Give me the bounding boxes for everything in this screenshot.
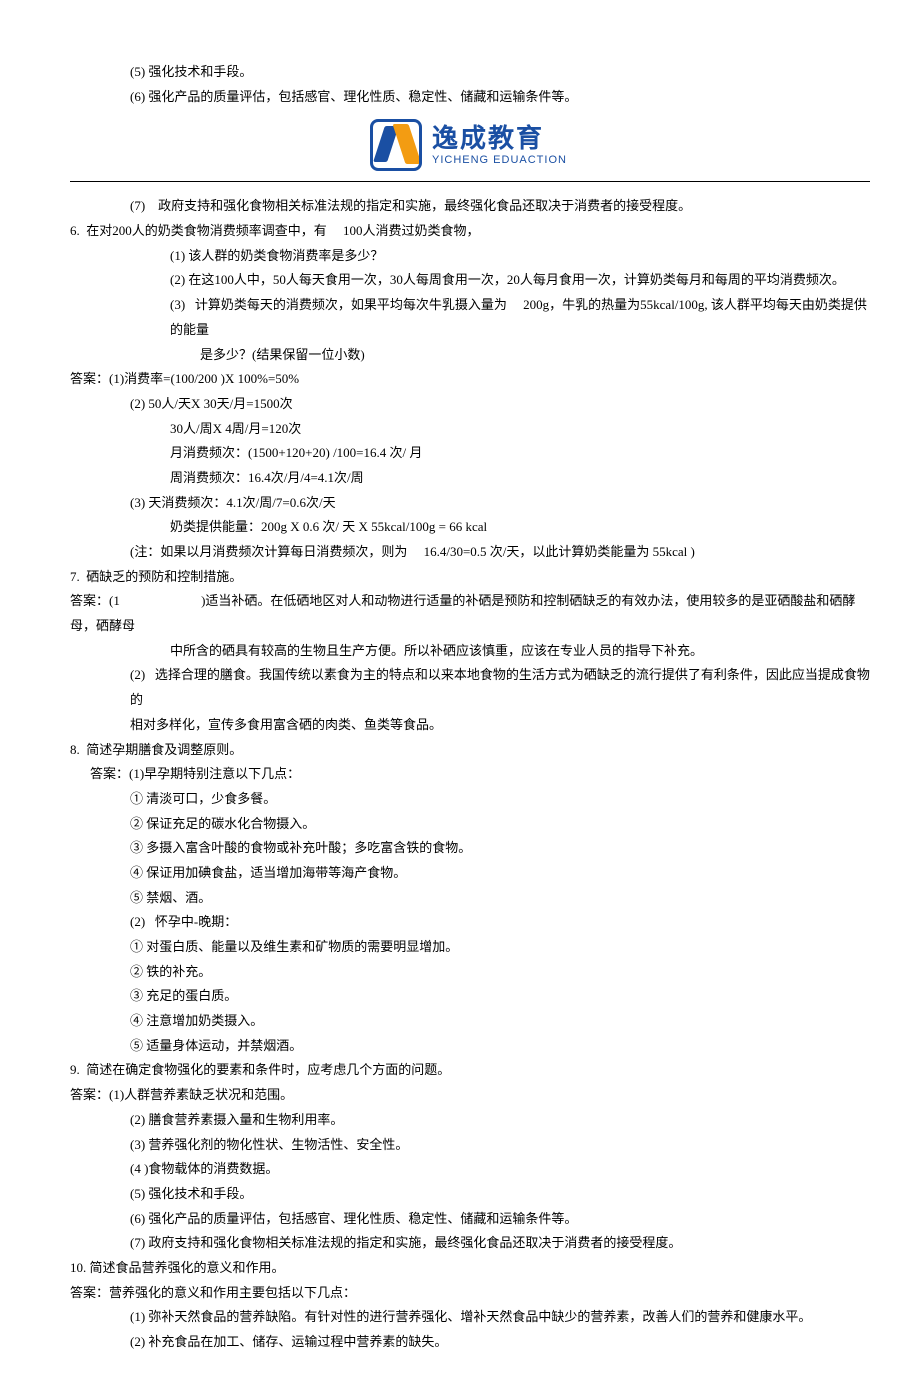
answer-9-5: (5) 强化技术和手段。 (130, 1182, 870, 1207)
answer-6-1: 答案：(1)消费率=(100/200 )X 100%=50% (70, 367, 870, 392)
answer-9-2: (2) 膳食营养素摄入量和生物利用率。 (130, 1108, 870, 1133)
answer-6-2b: 30人/周X 4周/月=120次 (170, 417, 870, 442)
answer-8-1: ① 清淡可口，少食多餐。 (130, 787, 870, 812)
answer-8-2: ② 保证充足的碳水化合物摄入。 (130, 812, 870, 837)
answer-7-2a: (2) 选择合理的膳食。我国传统以素食为主的特点和以来本地食物的生活方式为硒缺乏… (130, 663, 870, 712)
answer-7-1b: 中所含的硒具有较高的生物且生产方便。所以补硒应该慎重，应该在专业人员的指导下补充… (170, 639, 870, 664)
answer-8-mid: (2) 怀孕中-晚期： (130, 910, 870, 935)
answer-6-2a: (2) 50人/天X 30天/月=1500次 (130, 392, 870, 417)
item-7: (7) 政府支持和强化食物相关标准法规的指定和实施，最终强化食品还取决于消费者的… (130, 194, 870, 219)
brand-logo-text: 逸成教育 YICHENG EDUACTION (432, 125, 567, 166)
answer-8-5: ⑤ 禁烟、酒。 (130, 886, 870, 911)
question-10: 10. 简述食品营养强化的意义和作用。 (70, 1256, 870, 1281)
document-page: (5) 强化技术和手段。 (6) 强化产品的质量评估，包括感官、理化性质、稳定性… (0, 0, 920, 1395)
item-5: (5) 强化技术和手段。 (130, 60, 870, 85)
brand-name-en: YICHENG EDUACTION (432, 154, 567, 166)
brand-logo: 逸成教育 YICHENG EDUACTION (370, 119, 870, 171)
question-7: 7. 硒缺乏的预防和控制措施。 (70, 565, 870, 590)
answer-6-2c: 月消费频次：(1500+120+20) /100=16.4 次/ 月 (170, 441, 870, 466)
question-9: 9. 简述在确定食物强化的要素和条件时，应考虑几个方面的问题。 (70, 1058, 870, 1083)
question-6-1: (1) 该人群的奶类食物消费率是多少？ (170, 244, 870, 269)
answer-6-2d: 周消费频次：16.4次/月/4=4.1次/周 (170, 466, 870, 491)
answer-8-m4: ④ 注意增加奶类摄入。 (130, 1009, 870, 1034)
answer-8-4: ④ 保证用加碘食盐，适当增加海带等海产食物。 (130, 861, 870, 886)
brand-logo-icon (370, 119, 422, 171)
answer-9-1: 答案：(1)人群营养素缺乏状况和范围。 (70, 1083, 870, 1108)
answer-10-head: 答案：营养强化的意义和作用主要包括以下几点： (70, 1281, 870, 1306)
answer-7-1a: 答案：(1 )适当补硒。在低硒地区对人和动物进行适量的补硒是预防和控制硒缺乏的有… (70, 589, 870, 638)
answer-8-3: ③ 多摄入富含叶酸的食物或补充叶酸；多吃富含铁的食物。 (130, 836, 870, 861)
answer-8-m5: ⑤ 适量身体运动，并禁烟酒。 (130, 1034, 870, 1059)
answer-9-3: (3) 营养强化剂的物化性状、生物活性、安全性。 (130, 1133, 870, 1158)
answer-8-m3: ③ 充足的蛋白质。 (130, 984, 870, 1009)
brand-name-cn: 逸成教育 (432, 125, 567, 154)
question-8: 8. 简述孕期膳食及调整原则。 (70, 738, 870, 763)
question-6-2: (2) 在这100人中，50人每天食用一次，30人每周食用一次，20人每月食用一… (170, 268, 870, 293)
divider (70, 181, 870, 182)
answer-8-head: 答案：(1)早孕期特别注意以下几点： (90, 762, 870, 787)
answer-10-2: (2) 补充食品在加工、储存、运输过程中营养素的缺失。 (130, 1330, 870, 1355)
answer-9-6: (6) 强化产品的质量评估，包括感官、理化性质、稳定性、储藏和运输条件等。 (130, 1207, 870, 1232)
question-6-3a: (3) 计算奶类每天的消费频次，如果平均每次牛乳摄入量为 200g，牛乳的热量为… (170, 293, 870, 342)
answer-6-3b: 奶类提供能量：200g X 0.6 次/ 天 X 55kcal/100g = 6… (170, 515, 870, 540)
answer-8-m1: ① 对蛋白质、能量以及维生素和矿物质的需要明显增加。 (130, 935, 870, 960)
answer-7-2b: 相对多样化，宣传多食用富含硒的肉类、鱼类等食品。 (130, 713, 870, 738)
answer-9-4: (4 )食物载体的消费数据。 (130, 1157, 870, 1182)
answer-9-7: (7) 政府支持和强化食物相关标准法规的指定和实施，最终强化食品还取决于消费者的… (130, 1231, 870, 1256)
answer-8-m2: ② 铁的补充。 (130, 960, 870, 985)
answer-6-3a: (3) 天消费频次：4.1次/周/7=0.6次/天 (130, 491, 870, 516)
answer-6-note: (注：如果以月消费频次计算每日消费频次，则为 16.4/30=0.5 次/天，以… (130, 540, 870, 565)
question-6-3b: 是多少？(结果保留一位小数) (200, 343, 870, 368)
item-6: (6) 强化产品的质量评估，包括感官、理化性质、稳定性、储藏和运输条件等。 (130, 85, 870, 110)
answer-10-1: (1) 弥补天然食品的营养缺陷。有针对性的进行营养强化、增补天然食品中缺少的营养… (130, 1305, 870, 1330)
question-6: 6. 在对200人的奶类食物消费频率调查中，有 100人消费过奶类食物， (70, 219, 870, 244)
